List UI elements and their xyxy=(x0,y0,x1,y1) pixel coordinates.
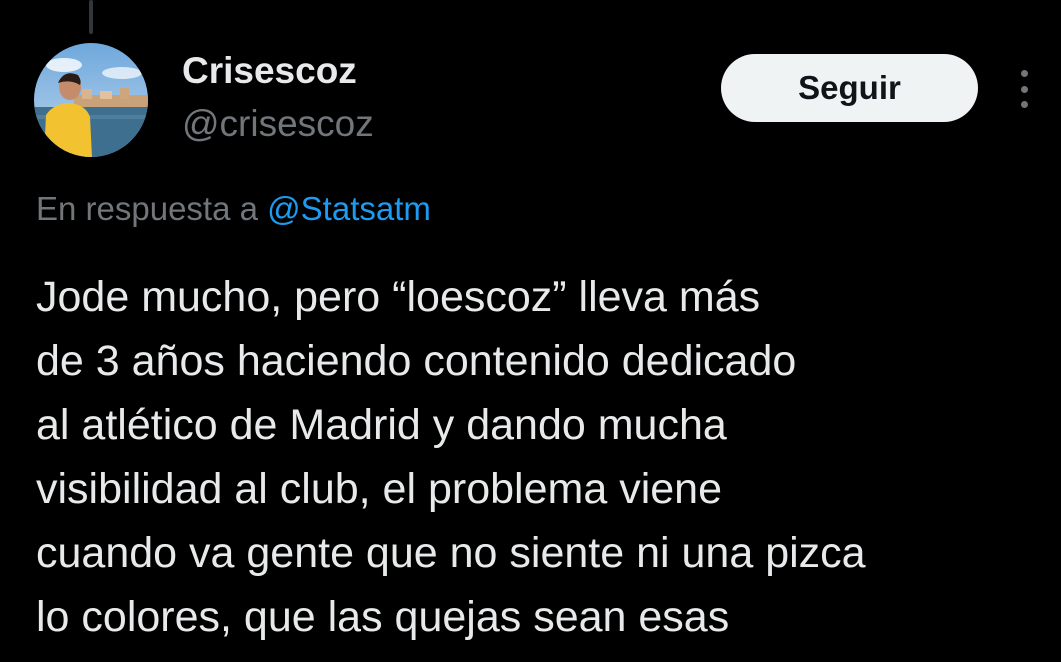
tweet-text-line: visibilidad al club, el problema viene xyxy=(36,465,722,513)
tweet-text-line: Jode mucho, pero “loescoz” lleva más xyxy=(36,273,761,321)
follow-button[interactable]: Seguir xyxy=(721,54,978,122)
tweet-text-line: al atlético de Madrid y dando mucha xyxy=(36,401,727,449)
tweet-text-line: de 3 años haciendo contenido dedicado xyxy=(36,337,797,385)
avatar[interactable] xyxy=(34,43,148,157)
thread-connector-line xyxy=(89,0,93,34)
tweet-text-line: lo colores, que las quejas sean esas xyxy=(36,593,730,641)
reply-mention-link[interactable]: @Statsatm xyxy=(267,190,431,227)
reply-context: En respuesta a @Statsatm xyxy=(36,190,431,228)
author-handle[interactable]: @crisescoz xyxy=(182,103,374,145)
more-dot xyxy=(1020,85,1028,93)
more-dot xyxy=(1020,101,1028,108)
profile-photo-icon xyxy=(34,43,148,157)
author-display-name[interactable]: Crisescoz xyxy=(182,50,357,92)
reply-prefix: En respuesta a xyxy=(36,190,268,227)
tweet-text-line: cuando va gente que no siente ni una piz… xyxy=(36,529,866,577)
more-dot xyxy=(1020,70,1028,77)
more-vertical-icon[interactable] xyxy=(1011,66,1037,112)
tweet-text: Jode mucho, pero “loescoz” lleva más de … xyxy=(36,265,1056,649)
